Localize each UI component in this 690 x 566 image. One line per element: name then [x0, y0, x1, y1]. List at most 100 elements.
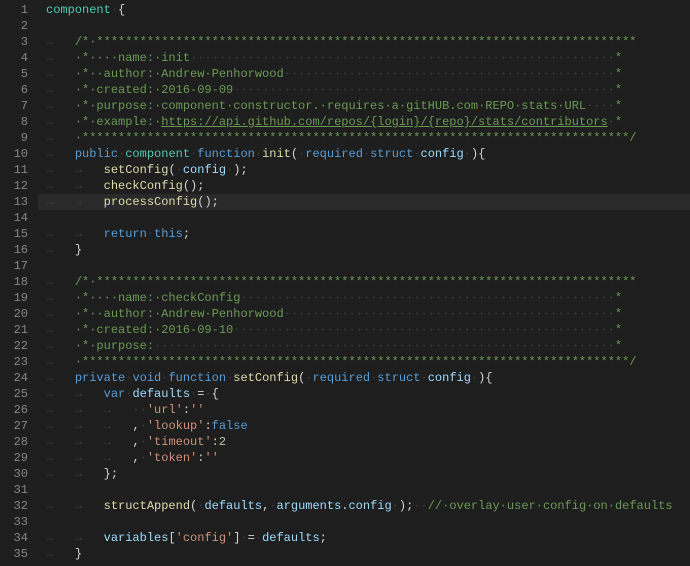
code-line[interactable]: → ·*·purpose:···························… [38, 338, 690, 354]
code-line[interactable]: component·{ [38, 2, 690, 18]
token-cmt: * [615, 83, 622, 97]
token-cmt: /*·*************************************… [75, 275, 637, 289]
code-line[interactable]: → → processConfig(); [38, 194, 690, 210]
token-cmt: ·***************************************… [75, 355, 637, 369]
code-line[interactable]: → private·void·function·setConfig(·requi… [38, 370, 690, 386]
token-id: defaults [204, 499, 262, 513]
code-line[interactable]: → → variables['config']·=·defaults; [38, 530, 690, 546]
code-editor[interactable]: 1234567891011121314151617181920212223242… [0, 0, 690, 566]
token-kw: struct [377, 371, 420, 385]
code-line[interactable]: → → return·this; [38, 226, 690, 242]
token-cmt: ·*·created:·2016-09-10 [75, 323, 233, 337]
line-number: 25 [0, 386, 28, 402]
indent-guide: → [75, 163, 104, 177]
code-line[interactable]: → public·component·function·init(·requir… [38, 146, 690, 162]
indent-guide: → [46, 51, 75, 65]
token-punc: ; [197, 179, 204, 193]
indent-guide: → [46, 355, 75, 369]
code-line[interactable]: → → setConfig(·config·); [38, 162, 690, 178]
token-punc: , [132, 419, 139, 433]
code-line[interactable]: → ·*·created:·2016-09-10················… [38, 322, 690, 338]
token-punc: ( [291, 147, 298, 161]
token-cmt: ·***************************************… [75, 131, 637, 145]
line-number: 21 [0, 322, 28, 338]
code-line[interactable]: → ·*··author:·Andrew·Penhorwood·········… [38, 306, 690, 322]
token-ws: · [176, 163, 183, 177]
token-fn: processConfig [104, 195, 198, 209]
token-cmt: //·overlay·user·config·on·defaults [428, 499, 673, 513]
code-line[interactable]: → → checkConfig(); [38, 178, 690, 194]
indent-guide: → [46, 195, 75, 209]
token-punc: ; [111, 467, 118, 481]
code-line[interactable]: → ·*··author:·Andrew·Penhorwood·········… [38, 66, 690, 82]
token-ws: ···· [586, 99, 615, 113]
code-line[interactable]: → ·*************************************… [38, 130, 690, 146]
line-number: 34 [0, 530, 28, 546]
indent-guide: → [46, 531, 75, 545]
token-cmt: ·*··author:·Andrew·Penhorwood [75, 67, 284, 81]
line-number: 10 [0, 146, 28, 162]
code-line[interactable]: → → var·defaults·=·{ [38, 386, 690, 402]
token-fn: structAppend [104, 499, 190, 513]
token-id: defaults [262, 531, 320, 545]
token-punc: { [485, 371, 492, 385]
token-ws: · [240, 531, 247, 545]
token-str: '' [204, 451, 218, 465]
token-str: 'config' [176, 531, 234, 545]
code-line[interactable]: → ·*·example:·https://api.github.com/rep… [38, 114, 690, 130]
token-kw: private [75, 371, 125, 385]
code-line[interactable]: → → → ··'url':'' [38, 402, 690, 418]
token-cmt: * [615, 67, 622, 81]
code-line[interactable]: → ·*····name:·checkConfig···············… [38, 290, 690, 306]
indent-guide: → [46, 419, 75, 433]
code-line[interactable]: → → structAppend(·defaults,·arguments.co… [38, 498, 690, 514]
token-str: '' [190, 403, 204, 417]
code-line[interactable]: → /*·***********************************… [38, 274, 690, 290]
code-line[interactable] [38, 514, 690, 530]
token-id: variables [104, 531, 169, 545]
code-line[interactable]: → → → ,·'token':'' [38, 450, 690, 466]
code-line[interactable] [38, 18, 690, 34]
code-line[interactable]: → } [38, 546, 690, 562]
code-line[interactable]: → /*·***********************************… [38, 34, 690, 50]
indent-guide: → [46, 467, 75, 481]
code-line[interactable]: → ·*·created:·2016-09-09················… [38, 82, 690, 98]
token-punc: } [75, 547, 82, 561]
token-ws: · [140, 419, 147, 433]
line-number: 32 [0, 498, 28, 514]
token-kw: required [305, 147, 363, 161]
token-ws: ········································… [233, 83, 615, 97]
code-line[interactable]: → ·*····name:·init······················… [38, 50, 690, 66]
token-ws: · [140, 435, 147, 449]
line-number: 24 [0, 370, 28, 386]
token-cmt: * [615, 291, 622, 305]
token-punc: ; [212, 195, 219, 209]
code-line[interactable] [38, 258, 690, 274]
code-line[interactable]: → → → ,·'timeout':2 [38, 434, 690, 450]
indent-guide: → [46, 99, 75, 113]
token-punc: ) [204, 195, 211, 209]
code-line[interactable]: → ·*************************************… [38, 354, 690, 370]
code-line[interactable] [38, 482, 690, 498]
token-punc: { [212, 387, 219, 401]
code-line[interactable]: → → → ,·'lookup':false [38, 418, 690, 434]
line-number: 2 [0, 18, 28, 34]
token-str: 'token' [147, 451, 197, 465]
code-line[interactable] [38, 210, 690, 226]
token-ws: ········································… [240, 291, 614, 305]
line-number: 12 [0, 178, 28, 194]
token-punc: ; [320, 531, 327, 545]
indent-guide: → [46, 499, 75, 513]
code-line[interactable]: → → }; [38, 466, 690, 482]
code-line[interactable]: → ·*·purpose:·component·constructor.·req… [38, 98, 690, 114]
token-ws: ········································… [190, 51, 615, 65]
code-line[interactable]: → } [38, 242, 690, 258]
token-num: 2 [219, 435, 226, 449]
code-area[interactable]: component·{→ /*·************************… [38, 0, 690, 566]
token-punc: ( [168, 163, 175, 177]
token-cmt: ·*·created:·2016-09-09 [75, 83, 233, 97]
token-ws: · [111, 3, 118, 17]
indent-guide: → [75, 531, 104, 545]
token-kw: public [75, 147, 118, 161]
token-type: component [125, 147, 190, 161]
